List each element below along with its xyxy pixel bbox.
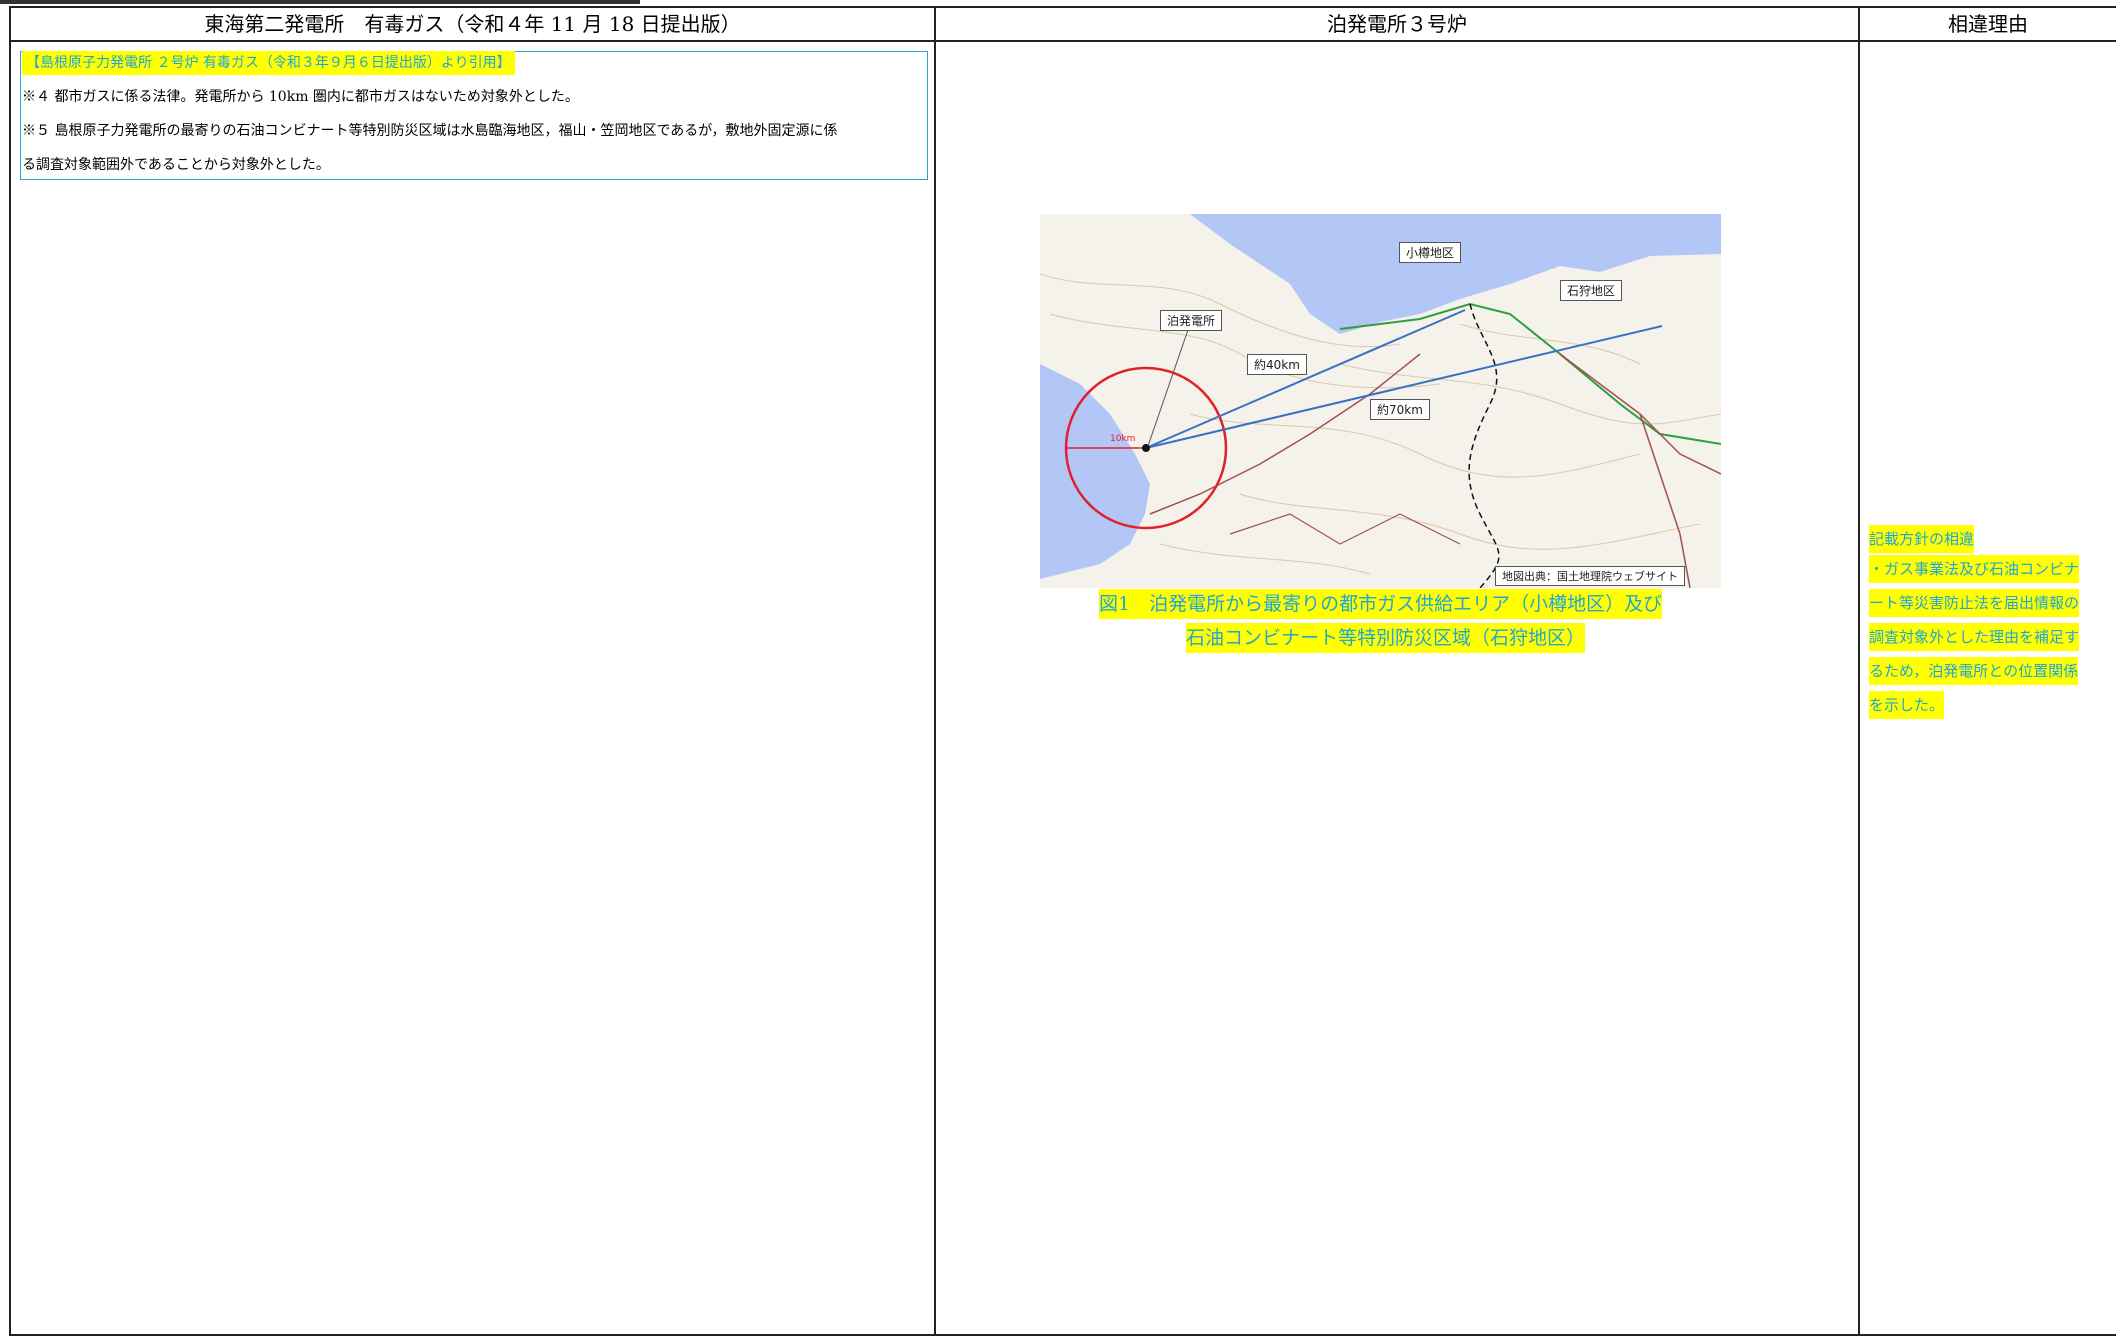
quote-title: 【島根原子力発電所 ２号炉 有毒ガス（令和３年９月６日提出版）より引用】 [22, 51, 515, 75]
label-otaru: 小樽地区 [1399, 242, 1462, 263]
header-tomari: 泊発電所３号炉 [1327, 12, 1467, 36]
reason-line5: るため，泊発電所との位置関係 [1869, 657, 2079, 685]
note-4: ※４ 都市ガスに係る法律。発電所から 10km 圏内に都市ガスはないため対象外と… [22, 89, 579, 105]
note-5-line1: ※５ 島根原子力発電所の最寄りの石油コンビナート等特別防災区域は水島臨海地区，福… [22, 123, 838, 139]
column-divider-2 [1858, 6, 1860, 1336]
map-figure: 小樽地区 石狩地区 泊発電所 約40km 約70km 10km 地図出典：国土地… [1040, 214, 1721, 588]
top-rule [0, 0, 640, 4]
label-ishikari: 石狩地区 [1560, 280, 1623, 301]
label-40km: 約40km [1247, 354, 1307, 375]
reason-line2: ・ガス事業法及び石油コンビナ [1869, 555, 2080, 583]
header-reason: 相違理由 [1948, 12, 2028, 36]
label-tomari: 泊発電所 [1160, 310, 1223, 331]
reason-line1: 記載方針の相違 [1869, 525, 1975, 553]
comparison-table [9, 6, 2116, 1336]
header-rule [9, 40, 2116, 42]
note-5-line2: る調査対象範囲外であることから対象外とした。 [22, 157, 330, 173]
figure-caption-line2: 石油コンビナート等特別防災区域（石狩地区） [1186, 623, 1586, 653]
label-10km: 10km [1110, 434, 1136, 444]
reason-line4: 調査対象外とした理由を補足す [1869, 623, 2080, 651]
figure-caption-line1: 図1 泊発電所から最寄りの都市ガス供給エリア（小樽地区）及び [1099, 589, 1663, 619]
header-tokai: 東海第二発電所 有毒ガス（令和４年 11 月 18 日提出版） [204, 12, 741, 36]
map-source: 地図出典：国土地理院ウェブサイト [1495, 566, 1685, 586]
column-divider-1 [934, 6, 936, 1336]
reason-line6: を示した。 [1869, 691, 1945, 719]
label-70km: 約70km [1370, 399, 1430, 420]
reason-line3: ート等災害防止法を届出情報の [1869, 589, 2080, 617]
